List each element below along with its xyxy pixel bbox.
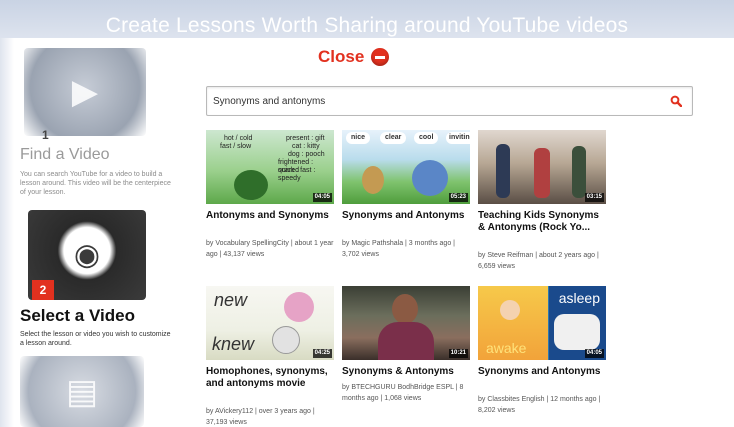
child-figure bbox=[534, 148, 550, 198]
video-title[interactable]: Homophones, synonyms, and antonyms movie bbox=[206, 366, 334, 390]
search-icon[interactable] bbox=[670, 95, 682, 107]
video-title[interactable]: Synonyms & Antonyms bbox=[342, 366, 470, 378]
video-duration: 04:05 bbox=[312, 193, 332, 202]
search-box bbox=[206, 86, 693, 116]
video-duration: 05:23 bbox=[448, 193, 468, 202]
thumbnail-word: asleep bbox=[558, 290, 600, 306]
ball-illustration bbox=[284, 292, 314, 322]
child-figure bbox=[496, 144, 510, 198]
child-figure bbox=[572, 146, 586, 198]
film-reel-icon: ◉ bbox=[73, 238, 101, 272]
video-duration: 04:25 bbox=[312, 349, 332, 358]
video-title[interactable]: Antonyms and Synonyms bbox=[206, 210, 334, 222]
pillow-illustration bbox=[554, 314, 600, 350]
thumbnail-word: clear bbox=[380, 132, 407, 144]
search-input[interactable] bbox=[213, 87, 653, 115]
video-meta: by BTECHGURU BodhBridge ESPL | 8 months … bbox=[342, 384, 464, 402]
video-thumbnail[interactable]: nice clear cool inviting 05:23 bbox=[342, 130, 470, 204]
video-meta: by Classbites English | 12 months ago | … bbox=[478, 396, 601, 414]
step-title: Select a Video bbox=[20, 306, 135, 325]
monkey-illustration bbox=[362, 166, 384, 194]
document-icon: ▤ bbox=[65, 372, 99, 411]
step-description: Select the lesson or video you wish to c… bbox=[20, 331, 171, 347]
step-description: You can search YouTube for a video to bu… bbox=[20, 171, 171, 196]
presenter-face bbox=[392, 294, 418, 324]
turtle-illustration bbox=[234, 170, 268, 200]
page-title: Create Lessons Worth Sharing around YouT… bbox=[105, 14, 629, 37]
close-label: Close bbox=[318, 47, 365, 66]
thumbnail-text: fast / slow bbox=[220, 143, 252, 150]
figure-illustration bbox=[272, 326, 300, 354]
video-thumbnail[interactable]: 10:21 bbox=[342, 286, 470, 360]
video-thumbnail[interactable]: asleep awake 04:05 bbox=[478, 286, 606, 360]
find-video-illustration: ▶ bbox=[24, 48, 146, 136]
thumbnail-text: quick : fast : speedy bbox=[278, 167, 316, 182]
step-number: 1 bbox=[42, 128, 49, 142]
thumbnail-text: cat : kitty bbox=[292, 143, 320, 150]
video-duration: 04:05 bbox=[584, 349, 604, 358]
thumbnail-word: knew bbox=[212, 334, 255, 354]
video-title[interactable]: Synonyms and Antonyms bbox=[478, 366, 606, 378]
video-play-icon: ▶ bbox=[71, 73, 99, 111]
customize-illustration: ▤ bbox=[20, 356, 144, 427]
thumbnail-word: cool bbox=[414, 132, 439, 144]
video-meta: by AVickery112 | over 3 years ago | 37,1… bbox=[206, 408, 315, 426]
header-banner: Create Lessons Worth Sharing around YouT… bbox=[0, 0, 734, 38]
video-thumbnail[interactable]: 03:15 bbox=[478, 130, 606, 204]
video-thumbnail[interactable]: hot / cold fast / slow present : gift ca… bbox=[206, 130, 334, 204]
close-button[interactable]: Close bbox=[318, 46, 390, 68]
thumbnail-text: dog : pooch bbox=[288, 151, 325, 158]
elephant-illustration bbox=[412, 160, 448, 196]
video-duration: 10:21 bbox=[448, 349, 468, 358]
video-duration: 03:15 bbox=[584, 193, 604, 202]
step-title: Find a Video bbox=[20, 146, 110, 163]
child-face bbox=[500, 300, 520, 320]
video-title[interactable]: Teaching Kids Synonyms & Antonyms (Rock … bbox=[478, 210, 606, 234]
presenter-body bbox=[378, 322, 434, 360]
thumbnail-word: nice bbox=[346, 132, 371, 144]
thumbnail-word: new bbox=[214, 290, 248, 310]
close-icon bbox=[371, 48, 390, 66]
video-meta: by Steve Reifman | about 2 years ago | 6… bbox=[478, 252, 599, 270]
thumbnail-word: inviting bbox=[446, 132, 470, 144]
video-title[interactable]: Synonyms and Antonyms bbox=[342, 210, 470, 222]
video-meta: by Magic Pathshala | 3 months ago | 3,70… bbox=[342, 240, 455, 258]
thumbnail-word: awake bbox=[486, 340, 527, 356]
video-thumbnail[interactable]: new knew 04:25 bbox=[206, 286, 334, 360]
step-number: 2 bbox=[32, 280, 54, 300]
left-edge-shadow bbox=[0, 38, 14, 427]
thumbnail-text: hot / cold bbox=[224, 135, 253, 142]
video-meta: by Vocabulary SpellingCity | about 1 yea… bbox=[206, 240, 334, 258]
thumbnail-text: present : gift bbox=[286, 135, 325, 142]
